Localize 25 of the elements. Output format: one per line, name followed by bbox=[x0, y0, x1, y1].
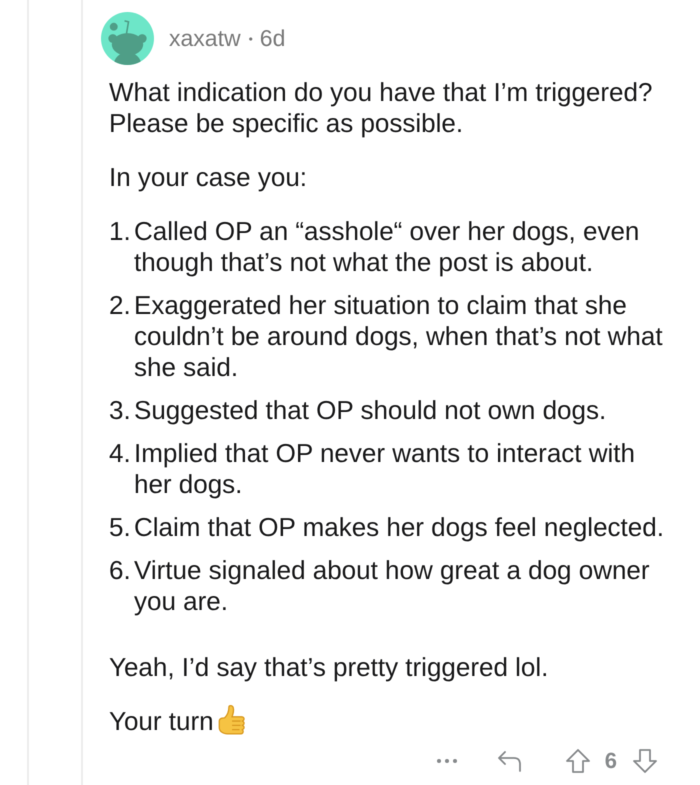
comment-paragraph: Your turn bbox=[109, 706, 214, 737]
vote-count: 6 bbox=[604, 748, 617, 774]
list-number: 3. bbox=[109, 395, 132, 426]
list-number: 1. bbox=[109, 216, 132, 248]
downvote-icon[interactable] bbox=[633, 749, 657, 773]
list-item-text: Virtue signaled about how great a dog owner you are. bbox=[134, 555, 651, 617]
comment-paragraph: What indication do you have that I’m triggered? Please be specific as possible. bbox=[109, 77, 654, 139]
list-number: 5. bbox=[109, 512, 132, 543]
list-item-text: Exaggerated her situation to claim that she couldn’t be around dogs, when that’s not what she said. bbox=[134, 290, 664, 383]
list-item-text: Suggested that OP should not own dogs. bbox=[134, 395, 608, 426]
username[interactable]: xaxatw bbox=[169, 25, 241, 52]
separator-dot: • bbox=[248, 32, 253, 46]
comment-paragraph: In your case you: bbox=[109, 162, 308, 193]
list-item-text: Implied that OP never wants to interact with her dogs. bbox=[134, 438, 636, 500]
avatar-icon[interactable] bbox=[101, 12, 154, 65]
upvote-icon[interactable] bbox=[566, 749, 590, 773]
more-icon[interactable] bbox=[436, 759, 457, 763]
comment-paragraph: Yeah, I’d say that’s pretty triggered lol. bbox=[109, 652, 550, 683]
list-item-text: Called OP an “asshole“ over her dogs, even though that’s not what the post is about. bbox=[134, 216, 640, 278]
list-item-text: Claim that OP makes her dogs feel neglected. bbox=[134, 512, 665, 543]
list-number: 6. bbox=[109, 555, 132, 587]
list-number: 2. bbox=[109, 290, 132, 322]
comment-age: 6d bbox=[260, 25, 286, 52]
reply-icon[interactable] bbox=[496, 750, 522, 772]
list-number: 4. bbox=[109, 438, 132, 470]
